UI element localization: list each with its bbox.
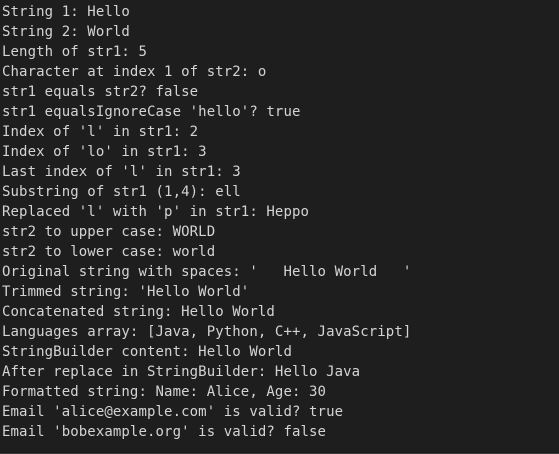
output-line: str2 to upper case: WORLD: [2, 224, 216, 240]
output-line: str1 equals str2? false: [2, 84, 199, 100]
output-line: Formatted string: Name: Alice, Age: 30: [2, 384, 327, 400]
output-line: Index of 'lo' in str1: 3: [2, 144, 207, 160]
output-line: Substring of str1 (1,4): ell: [2, 184, 241, 200]
output-line: String 2: World: [2, 24, 130, 40]
output-line: String 1: Hello: [2, 4, 130, 20]
output-line: Concatenated string: Hello World: [2, 304, 275, 320]
output-line: Email 'bobexample.org' is valid? false: [2, 424, 327, 440]
output-line: Languages array: [Java, Python, C++, Jav…: [2, 324, 412, 340]
output-line: Last index of 'l' in str1: 3: [2, 164, 241, 180]
output-line: Email 'alice@example.com' is valid? true: [2, 404, 344, 420]
output-line: Original string with spaces: ' Hello Wor…: [2, 264, 412, 280]
output-line: Replaced 'l' with 'p' in str1: Heppo: [2, 204, 310, 220]
console-output: String 1: Hello String 2: World Length o…: [0, 0, 559, 454]
output-line: Index of 'l' in str1: 2: [2, 124, 199, 140]
output-line: str2 to lower case: world: [2, 244, 216, 260]
output-line: str1 equalsIgnoreCase 'hello'? true: [2, 104, 301, 120]
output-line: Trimmed string: 'Hello World': [2, 284, 250, 300]
output-line: StringBuilder content: Hello World: [2, 344, 292, 360]
output-line: Length of str1: 5: [2, 44, 147, 60]
output-line: Character at index 1 of str2: o: [2, 64, 267, 80]
output-line: After replace in StringBuilder: Hello Ja…: [2, 364, 361, 380]
